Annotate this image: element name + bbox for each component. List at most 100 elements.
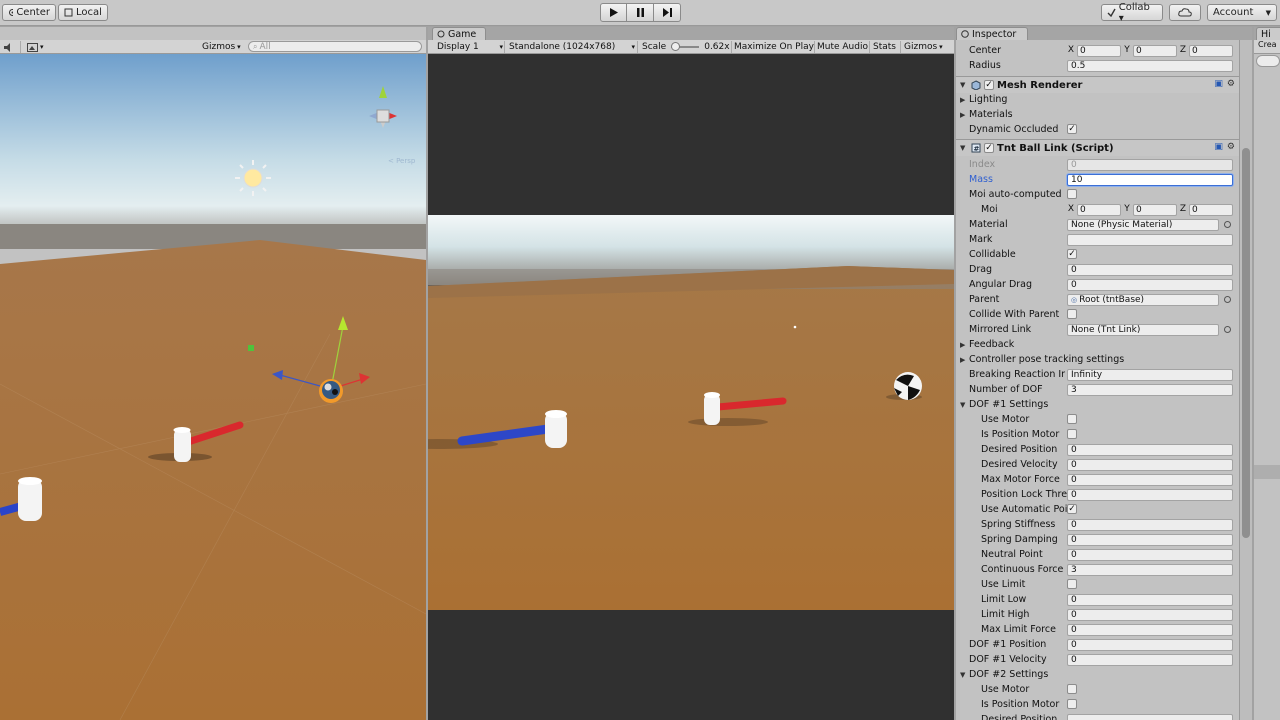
property-row: Collide With Parent bbox=[956, 307, 1239, 322]
property-checkbox[interactable] bbox=[1067, 189, 1077, 199]
property-row[interactable]: ▼ DOF #1 Settings bbox=[956, 397, 1239, 412]
value-field[interactable]: 0 bbox=[1067, 278, 1233, 291]
value-field[interactable]: 0 bbox=[1067, 623, 1233, 636]
play-button[interactable] bbox=[600, 3, 627, 22]
effects-toggle-button[interactable]: ▾ bbox=[27, 41, 44, 53]
property-checkbox[interactable]: ✓ bbox=[1067, 249, 1077, 259]
value-field[interactable]: 3 bbox=[1067, 383, 1233, 396]
pivot-local-toggle[interactable]: Local bbox=[58, 4, 108, 21]
inspector-scrollbar[interactable] bbox=[1239, 40, 1252, 720]
value-field[interactable]: 3 bbox=[1067, 563, 1233, 576]
object-picker-icon[interactable] bbox=[1224, 296, 1231, 303]
game-viewport[interactable] bbox=[428, 54, 954, 720]
object-picker-icon[interactable] bbox=[1224, 326, 1231, 333]
value-field[interactable]: 0 bbox=[1067, 533, 1233, 546]
tab-inspector[interactable]: Inspector bbox=[956, 27, 1028, 40]
foldout-collapsed-icon[interactable]: ▶ bbox=[960, 341, 968, 349]
moi-y-field[interactable]: 0 bbox=[1133, 203, 1177, 216]
mesh-renderer-header[interactable]: ▼ ✓ Mesh Renderer ▣ ⚙ bbox=[956, 76, 1239, 93]
value-field[interactable]: 0 bbox=[1067, 653, 1233, 666]
help-book-icon[interactable]: ▣ bbox=[1214, 79, 1223, 89]
value-field[interactable]: 0 bbox=[1067, 593, 1233, 606]
property-label: Limit Low bbox=[981, 594, 1027, 605]
foldout-expanded-icon[interactable]: ▼ bbox=[960, 671, 968, 679]
lighting-row[interactable]: ▶ Lighting bbox=[956, 92, 1239, 107]
foldout-collapsed-icon[interactable]: ▶ bbox=[960, 356, 968, 364]
value-field[interactable]: 0 bbox=[1067, 488, 1233, 501]
game-gizmos-dropdown[interactable]: Gizmos ▾ bbox=[904, 41, 943, 53]
tab-game[interactable]: Game bbox=[432, 27, 486, 40]
center-z-field[interactable]: 0 bbox=[1189, 44, 1233, 57]
inspector-scroll-thumb[interactable] bbox=[1242, 148, 1250, 538]
property-checkbox[interactable] bbox=[1067, 684, 1077, 694]
value-field[interactable]: 0 bbox=[1067, 518, 1233, 531]
hierarchy-search-input[interactable] bbox=[1256, 55, 1280, 67]
pause-button[interactable] bbox=[627, 3, 654, 22]
value-field[interactable]: Infinity bbox=[1067, 368, 1233, 381]
foldout-collapsed-icon[interactable]: ▶ bbox=[960, 111, 968, 119]
gear-icon[interactable]: ⚙ bbox=[1227, 79, 1235, 89]
resolution-dropdown[interactable]: Standalone (1024x768) ▾ bbox=[509, 41, 635, 53]
pivot-center-toggle[interactable]: Center bbox=[2, 4, 56, 21]
materials-row[interactable]: ▶ Materials bbox=[956, 107, 1239, 122]
scale-slider[interactable]: Scale 0.62x bbox=[642, 41, 730, 53]
property-checkbox[interactable] bbox=[1067, 579, 1077, 589]
property-row[interactable]: ▶ Feedback bbox=[956, 337, 1239, 352]
foldout-expanded-icon[interactable]: ▼ bbox=[960, 401, 968, 409]
property-label: Position Lock Thre bbox=[981, 489, 1067, 500]
value-field[interactable]: 0 bbox=[1067, 443, 1233, 456]
object-field[interactable]: None (Physic Material) bbox=[1067, 218, 1219, 231]
property-checkbox[interactable] bbox=[1067, 309, 1077, 319]
game-toolbar: Display 1 ▾ Standalone (1024x768) ▾ Scal… bbox=[428, 40, 954, 54]
scene-viewport[interactable]: < Persp bbox=[0, 54, 426, 720]
foldout-collapsed-icon[interactable]: ▶ bbox=[960, 96, 968, 104]
value-field[interactable]: 0 bbox=[1067, 638, 1233, 651]
property-checkbox[interactable] bbox=[1067, 414, 1077, 424]
value-field[interactable]: 0 bbox=[1067, 263, 1233, 276]
scene-search-input[interactable]: ⌕ All bbox=[248, 41, 422, 52]
object-field[interactable]: ◎ Root (tntBase) bbox=[1067, 293, 1219, 306]
step-button[interactable] bbox=[654, 3, 681, 22]
tnt-ball-link-header[interactable]: ▼ # ✓ Tnt Ball Link (Script) ▣ ⚙ bbox=[956, 139, 1239, 156]
value-field[interactable]: 0 bbox=[1067, 473, 1233, 486]
object-picker-icon[interactable] bbox=[1224, 221, 1231, 228]
cloud-button[interactable] bbox=[1169, 4, 1201, 21]
object-field[interactable]: None (Tnt Link) bbox=[1067, 323, 1219, 336]
dynamic-occluded-checkbox[interactable]: ✓ bbox=[1067, 124, 1077, 134]
moi-x-field[interactable]: 0 bbox=[1077, 203, 1121, 216]
center-y-field[interactable]: 0 bbox=[1133, 44, 1177, 57]
mute-audio-toggle[interactable]: Mute Audio bbox=[817, 41, 868, 53]
value-field[interactable] bbox=[1067, 713, 1233, 720]
account-dropdown[interactable]: Account ▼ bbox=[1207, 4, 1277, 21]
value-field[interactable]: 0 bbox=[1067, 608, 1233, 621]
value-field[interactable]: 0 bbox=[1067, 548, 1233, 561]
hierarchy-selected-row[interactable] bbox=[1254, 465, 1280, 479]
value-field[interactable]: 0 bbox=[1067, 458, 1233, 471]
mesh-renderer-enabled-checkbox[interactable]: ✓ bbox=[984, 80, 994, 90]
collab-button[interactable]: Collab ▾ bbox=[1101, 2, 1163, 24]
foldout-expanded-icon[interactable]: ▼ bbox=[960, 144, 968, 152]
help-book-icon[interactable]: ▣ bbox=[1214, 142, 1223, 152]
script-enabled-checkbox[interactable]: ✓ bbox=[984, 143, 994, 153]
moi-z-field[interactable]: 0 bbox=[1189, 203, 1233, 216]
gear-icon[interactable]: ⚙ bbox=[1227, 142, 1235, 152]
radius-field[interactable]: 0.5 bbox=[1067, 59, 1233, 72]
create-button[interactable]: Crea bbox=[1258, 40, 1277, 49]
property-row[interactable]: ▼ DOF #2 Settings bbox=[956, 667, 1239, 682]
foldout-expanded-icon[interactable]: ▼ bbox=[960, 81, 968, 89]
property-row[interactable]: ▶ Controller pose tracking settings bbox=[956, 352, 1239, 367]
stats-toggle[interactable]: Stats bbox=[873, 41, 896, 53]
property-checkbox[interactable] bbox=[1067, 429, 1077, 439]
property-checkbox[interactable]: ✓ bbox=[1067, 504, 1077, 514]
display-dropdown[interactable]: Display 1 ▾ bbox=[437, 41, 503, 53]
scene-gizmos-dropdown[interactable]: Gizmos ▾ bbox=[202, 41, 241, 53]
maximize-on-play-toggle[interactable]: Maximize On Play bbox=[734, 41, 814, 53]
scale-thumb[interactable] bbox=[671, 42, 681, 51]
property-label: Desired Position bbox=[981, 714, 1058, 720]
mass-input[interactable]: 10 bbox=[1067, 173, 1233, 186]
center-x-field[interactable]: 0 bbox=[1077, 44, 1121, 57]
tab-hierarchy[interactable]: Hi bbox=[1256, 27, 1280, 40]
property-checkbox[interactable] bbox=[1067, 699, 1077, 709]
audio-toggle-button[interactable] bbox=[3, 41, 14, 53]
value-field[interactable] bbox=[1067, 233, 1233, 246]
